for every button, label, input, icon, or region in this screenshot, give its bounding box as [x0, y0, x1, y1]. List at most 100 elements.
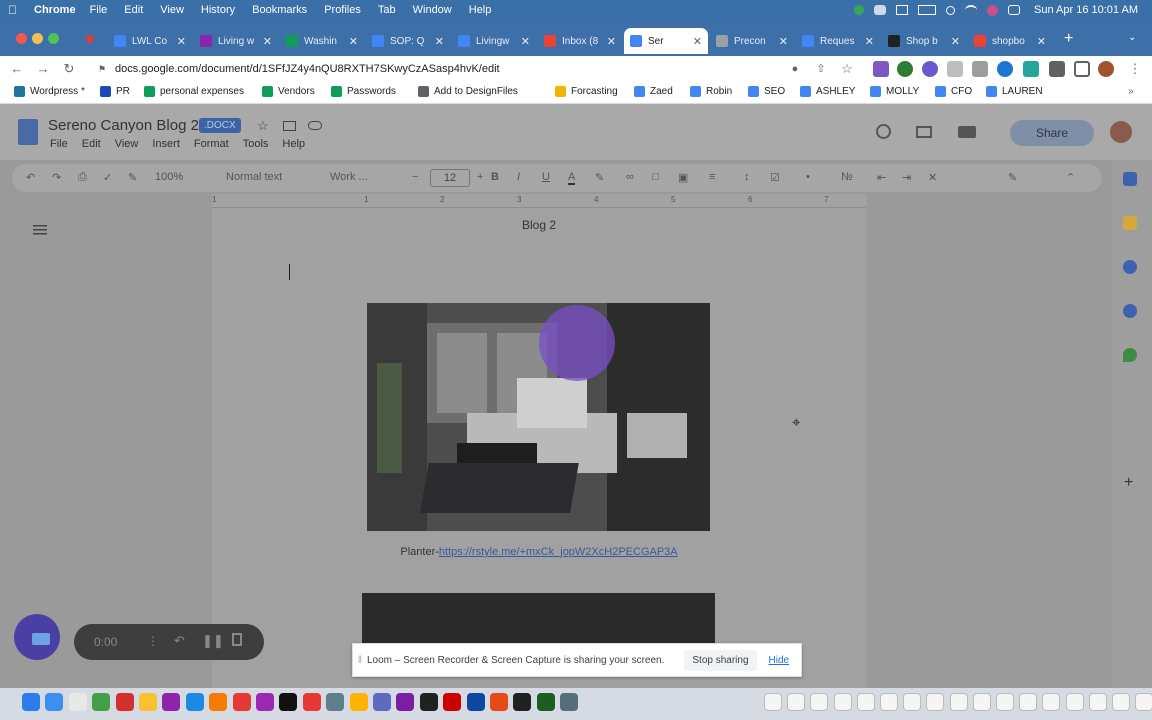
style-select[interactable]: Normal text — [226, 171, 282, 183]
italic-icon[interactable]: I — [517, 171, 520, 183]
dock-app-icon[interactable] — [68, 693, 87, 711]
lock-icon[interactable]: ⚑ — [98, 64, 107, 74]
extension-blue-icon[interactable] — [997, 61, 1013, 77]
dock-file-icon[interactable] — [856, 693, 875, 711]
spellcheck-icon[interactable]: ✓ — [103, 171, 112, 184]
siri-icon[interactable] — [1008, 5, 1021, 15]
extensions-puzzle-icon[interactable] — [1049, 61, 1065, 77]
dock-app-icon[interactable] — [466, 693, 485, 711]
tab-search-icon[interactable]: ⌄ — [1128, 32, 1136, 43]
decrease-font-icon[interactable]: − — [412, 171, 418, 183]
back-button[interactable]: ← — [8, 60, 26, 78]
dock-app-icon[interactable] — [139, 693, 157, 711]
dock-file-icon[interactable] — [949, 693, 968, 711]
dock-file-icon[interactable] — [1019, 693, 1038, 711]
browser-tab[interactable]: SOP: Q ✕ — [366, 28, 450, 54]
browser-tab[interactable]: Reques ✕ — [796, 28, 880, 54]
checklist-icon[interactable]: ☑ — [770, 171, 780, 184]
increase-font-icon[interactable]: + — [477, 171, 483, 183]
dock-file-icon[interactable] — [996, 693, 1014, 711]
browser-tab[interactable]: LWL Co ✕ — [108, 28, 192, 54]
browser-tab[interactable]: Washin ✕ — [280, 28, 364, 54]
undo-icon[interactable]: ↶ — [26, 171, 35, 184]
docs-menu-format[interactable]: Format — [194, 138, 229, 150]
bookmark-item[interactable]: CFO — [935, 86, 972, 97]
font-select[interactable]: Work ... — [330, 171, 368, 183]
loom-pause-icon[interactable]: ❚❚ — [202, 633, 224, 649]
side-panel-icon[interactable] — [1074, 61, 1090, 77]
search-icon[interactable] — [946, 5, 956, 15]
tab-close-icon[interactable]: ✕ — [951, 35, 960, 48]
bookmark-item[interactable]: Add to DesignFiles — [418, 86, 518, 97]
extension-gear-icon[interactable] — [922, 61, 938, 77]
dock-app-icon[interactable] — [279, 693, 298, 711]
dock-file-icon[interactable] — [926, 693, 945, 711]
bookmark-item[interactable]: Passwords — [331, 86, 396, 97]
dock-file-icon[interactable] — [810, 693, 829, 711]
status-green-icon[interactable] — [854, 5, 865, 15]
bookmark-item[interactable]: ASHLEY — [800, 86, 855, 97]
keep-icon[interactable] — [1123, 216, 1137, 230]
dock-file-icon[interactable] — [1112, 693, 1130, 711]
dock-file-icon[interactable] — [903, 693, 922, 711]
star-icon[interactable]: ☆ — [257, 118, 269, 134]
dock-app-icon[interactable] — [490, 693, 508, 711]
new-tab-button[interactable]: + — [1064, 30, 1073, 48]
line-spacing-icon[interactable]: ↕ — [744, 171, 750, 183]
user-avatar[interactable] — [1110, 121, 1132, 143]
numbered-list-icon[interactable]: № — [841, 171, 853, 183]
dock-file-icon[interactable] — [787, 693, 806, 711]
loom-drag-icon[interactable]: ⋮ — [147, 634, 159, 648]
cloud-status-icon[interactable] — [308, 121, 322, 130]
display-icon[interactable] — [896, 5, 909, 15]
dock-file-icon[interactable] — [1135, 693, 1152, 711]
wifi-icon[interactable] — [965, 5, 978, 15]
close-window-button[interactable] — [16, 33, 27, 44]
comment-icon[interactable]: □ — [652, 171, 659, 183]
dock-file-icon[interactable] — [880, 693, 898, 711]
loom-restart-icon[interactable]: ↶ — [174, 633, 185, 649]
docs-menu-help[interactable]: Help — [282, 138, 305, 150]
image-icon[interactable]: ▣ — [678, 171, 688, 184]
browser-tab[interactable]: shopbo ✕ — [968, 28, 1052, 54]
docs-logo-icon[interactable] — [18, 119, 38, 145]
battery-icon[interactable] — [918, 5, 937, 15]
paint-format-icon[interactable]: ✎ — [128, 171, 137, 184]
camera-icon[interactable] — [972, 61, 988, 77]
bedroom-photo[interactable] — [367, 303, 710, 531]
bold-icon[interactable]: B — [491, 171, 499, 183]
dock-app-icon[interactable] — [326, 693, 345, 711]
text-color-icon[interactable]: A — [568, 171, 576, 185]
dock-file-icon[interactable] — [764, 693, 782, 711]
tab-close-icon[interactable]: ✕ — [521, 35, 530, 48]
zoom-window-button[interactable] — [48, 33, 59, 44]
planter-link[interactable]: https://rstyle.me/+mxCk_jopW2XcH2PECGAP3… — [439, 546, 678, 558]
font-size-input[interactable]: 12 — [430, 169, 470, 187]
profile-avatar[interactable] — [1098, 61, 1114, 77]
dock-app-icon[interactable] — [536, 693, 555, 711]
url-text[interactable]: docs.google.com/document/d/1SFfJZ4y4nQU8… — [115, 63, 500, 75]
share-button[interactable]: Share — [1010, 120, 1094, 146]
menu-edit[interactable]: Edit — [124, 4, 143, 16]
dock-file-icon[interactable] — [1065, 693, 1084, 711]
dock-app-icon[interactable] — [115, 693, 134, 711]
bookmark-item[interactable]: PR — [100, 86, 130, 97]
dock-app-icon[interactable] — [419, 693, 438, 711]
dock-app-icon[interactable] — [373, 693, 391, 711]
dock-app-icon[interactable] — [185, 693, 204, 711]
browser-tab[interactable]: Precon ✕ — [710, 28, 794, 54]
tab-close-icon[interactable]: ✕ — [693, 35, 702, 48]
print-icon[interactable]: ⎙ — [78, 171, 87, 184]
zoom-select[interactable]: 100% — [155, 171, 183, 183]
tab-close-icon[interactable]: ✕ — [349, 35, 358, 48]
tasks-icon[interactable] — [1123, 260, 1137, 274]
hide-banner-link[interactable]: Hide — [769, 655, 790, 666]
docs-menu-insert[interactable]: Insert — [152, 138, 180, 150]
bookmark-item[interactable]: Wordpress * — [14, 86, 85, 97]
address-bar[interactable]: ⚑ docs.google.com/document/d/1SFfJZ4y4nQ… — [90, 58, 860, 80]
browser-tab[interactable]: Living w ✕ — [194, 28, 278, 54]
dock-app-icon[interactable] — [396, 693, 415, 711]
dock-file-icon[interactable] — [833, 693, 852, 711]
document-outline-icon[interactable] — [33, 224, 47, 236]
browser-tab[interactable]: Shop b ✕ — [882, 28, 966, 54]
